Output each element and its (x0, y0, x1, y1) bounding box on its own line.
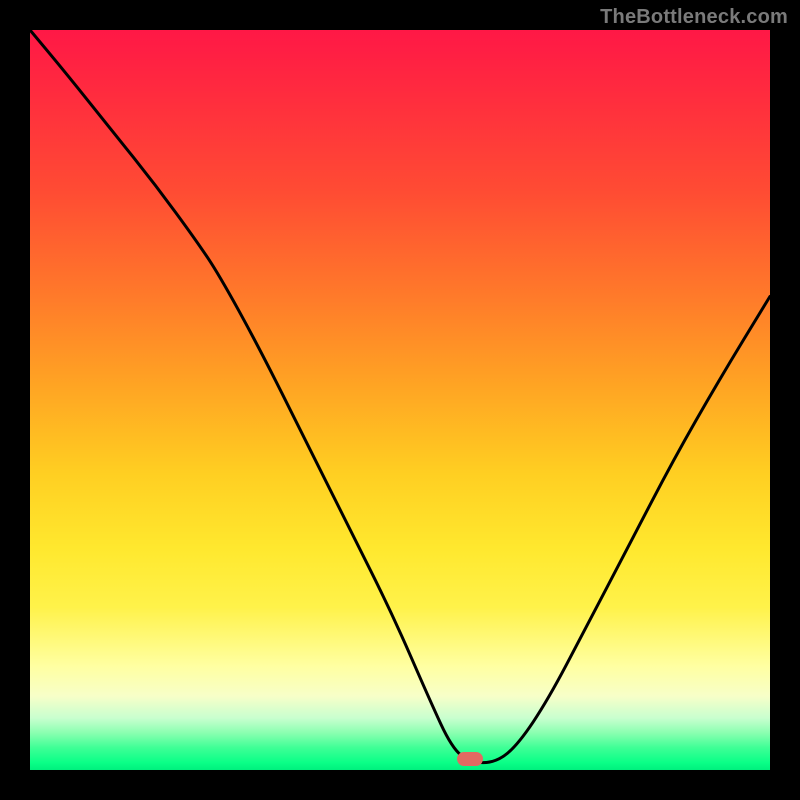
chart-frame: TheBottleneck.com (0, 0, 800, 800)
watermark-text: TheBottleneck.com (600, 6, 788, 29)
optimum-marker (457, 752, 483, 766)
curve-path (30, 30, 770, 763)
plot-area (30, 30, 770, 770)
bottleneck-curve (30, 30, 770, 770)
